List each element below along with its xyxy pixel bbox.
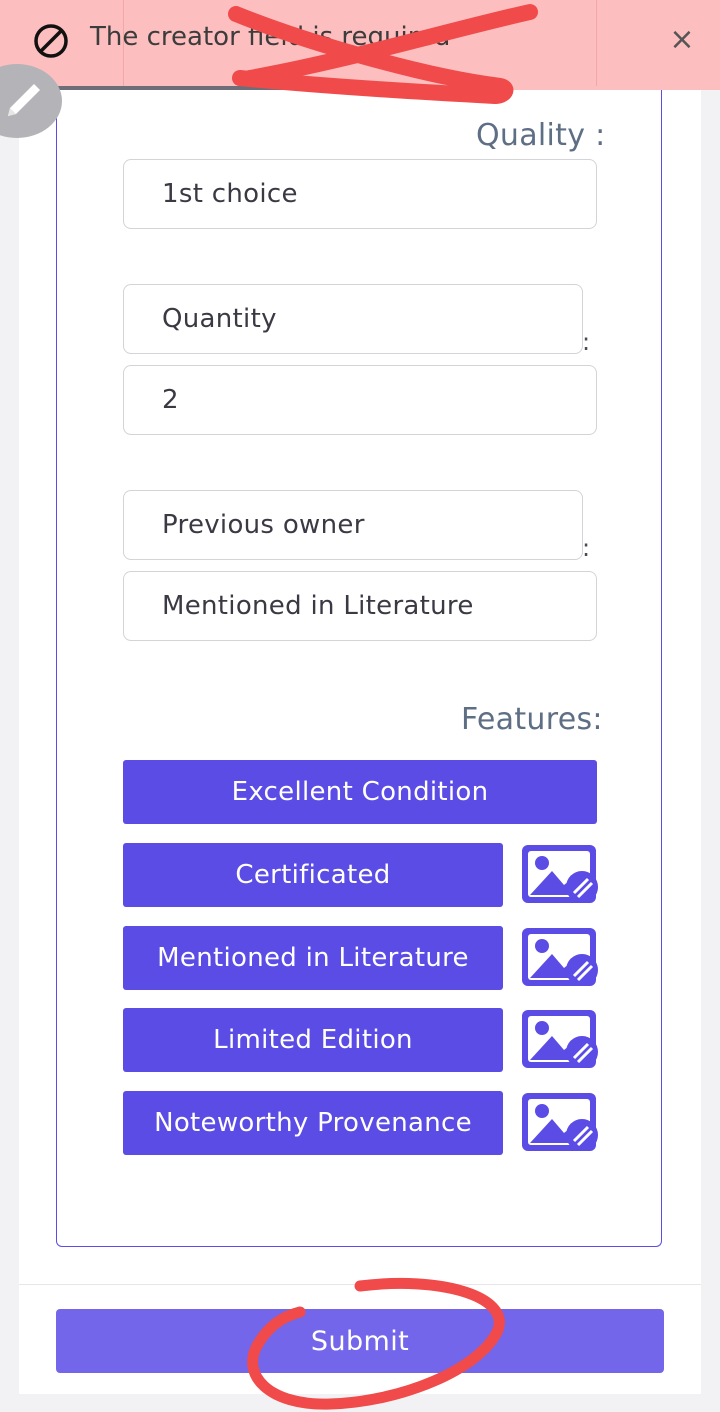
feature-button-certificated[interactable]: Certificated [123,843,503,907]
blocked-icon [32,22,70,60]
toast-separator [596,0,597,86]
add-image-icon[interactable] [522,1091,604,1155]
add-image-icon[interactable] [522,843,604,907]
feature-button-mentioned-in-literature[interactable]: Mentioned in Literature [123,926,503,990]
footer-divider [19,1284,701,1285]
quality-field[interactable]: 1st choice [123,159,597,229]
features-label: Features: [461,702,603,737]
feature-button-limited-edition[interactable]: Limited Edition [123,1008,503,1072]
feature-button-noteworthy-provenance[interactable]: Noteworthy Provenance [123,1091,503,1155]
edit-fab-button[interactable] [0,64,62,138]
add-image-icon[interactable] [522,926,604,990]
quantity-colon: : [582,328,591,356]
error-toast: The creator field is required × [0,0,720,90]
pencil-icon [8,84,40,116]
feature-button-excellent-condition[interactable]: Excellent Condition [123,760,597,824]
quantity-key-field[interactable]: Quantity [123,284,583,354]
submit-button[interactable]: Submit [56,1309,664,1373]
quantity-value-field[interactable]: 2 [123,365,597,435]
toast-message: The creator field is required [90,22,451,52]
provenance-colon: : [582,534,591,562]
close-icon[interactable]: × [664,22,700,58]
quality-label: Quality : [476,118,606,153]
provenance-value-field[interactable]: Mentioned in Literature [123,571,597,641]
add-image-icon[interactable] [522,1008,604,1072]
provenance-key-field[interactable]: Previous owner [123,490,583,560]
